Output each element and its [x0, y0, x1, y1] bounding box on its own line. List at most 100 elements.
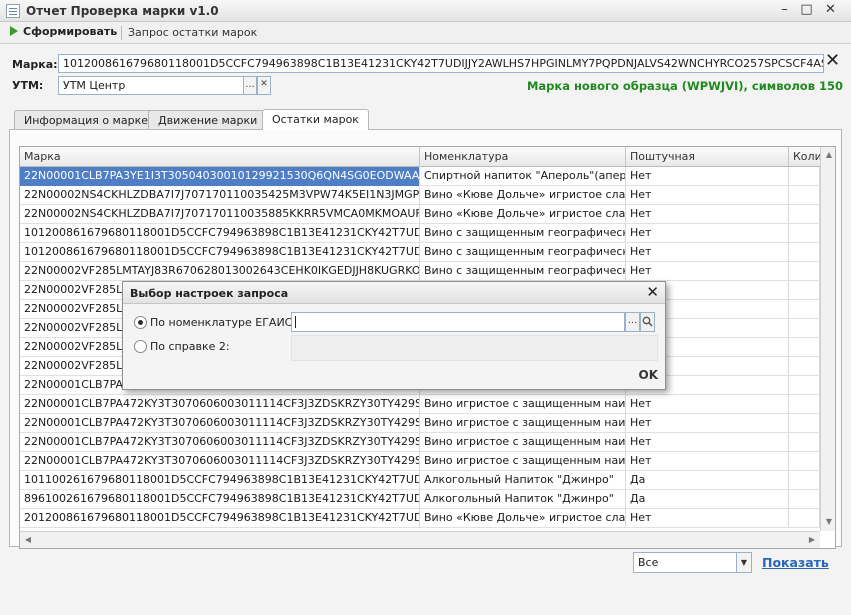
- table-row[interactable]: 22N00002NS4CKHLZDBA7I7J707170110035885KK…: [20, 205, 820, 224]
- cell-nomenclature[interactable]: Вино игристое с защищенным наим...: [420, 414, 626, 433]
- cell-piece[interactable]: Нет: [626, 205, 789, 224]
- cell-piece[interactable]: Нет: [626, 167, 789, 186]
- cell-quantity[interactable]: [789, 224, 820, 243]
- cell-nomenclature[interactable]: Алкогольный Напиток "Джинро": [420, 490, 626, 509]
- utm-select-button[interactable]: ...: [243, 76, 257, 95]
- cell-quantity[interactable]: [789, 186, 820, 205]
- cell-quantity[interactable]: [789, 357, 820, 376]
- cell-piece[interactable]: Нет: [626, 433, 789, 452]
- minimize-button[interactable]: –: [776, 2, 793, 19]
- cell-mark[interactable]: 22N00001CLB7PA3YE1I3T3050403001012992153…: [20, 167, 420, 186]
- table-row[interactable]: 22N00001CLB7PA472KY3T3070606003011114CF3…: [20, 395, 820, 414]
- utm-input[interactable]: УТМ Центр: [58, 76, 244, 95]
- cell-nomenclature[interactable]: Вино с защищенным географическ...: [420, 262, 626, 281]
- radio-by-egais-nomenclature[interactable]: [134, 316, 147, 329]
- cell-mark[interactable]: 22N00001CLB7PA472KY3T3070606003011114CF3…: [20, 452, 420, 471]
- cell-piece[interactable]: Нет: [626, 243, 789, 262]
- ok-button[interactable]: OK: [639, 368, 659, 382]
- cell-piece[interactable]: Нет: [626, 186, 789, 205]
- cell-nomenclature[interactable]: Вино «Кюве Дольче» игристое слад...: [420, 205, 626, 224]
- cell-piece[interactable]: Нет: [626, 224, 789, 243]
- table-row[interactable]: 101200861679680118001D5CCFC794963898C1B1…: [20, 243, 820, 262]
- column-header-mark[interactable]: Марка: [20, 147, 420, 167]
- table-row[interactable]: 22N00001CLB7PA472KY3T3070606003011114CF3…: [20, 414, 820, 433]
- tab-mark-movement[interactable]: Движение марки: [148, 110, 268, 129]
- cell-quantity[interactable]: [789, 167, 820, 186]
- tab-mark-info[interactable]: Информация о марке: [14, 110, 158, 129]
- table-row[interactable]: 896100261679680118001D5CCFC794963898C1B1…: [20, 490, 820, 509]
- cell-quantity[interactable]: [789, 433, 820, 452]
- cell-nomenclature[interactable]: Вино «Кюве Дольче» игристое слад...: [420, 186, 626, 205]
- cell-quantity[interactable]: [789, 281, 820, 300]
- cell-quantity[interactable]: [789, 490, 820, 509]
- filter-select[interactable]: Все ▼: [633, 552, 752, 573]
- cell-piece[interactable]: Да: [626, 490, 789, 509]
- search-icon[interactable]: [640, 312, 655, 332]
- scroll-thumb[interactable]: [823, 431, 835, 443]
- column-header-piece[interactable]: Поштучная: [626, 147, 789, 167]
- vertical-scrollbar[interactable]: ▲ ▼: [820, 147, 835, 531]
- table-row[interactable]: 22N00002NS4CKHLZDBA7I7J707170110035425M3…: [20, 186, 820, 205]
- close-window-button[interactable]: ✕: [822, 2, 839, 19]
- cell-piece[interactable]: Нет: [626, 452, 789, 471]
- cell-nomenclature[interactable]: Вино игристое с защищенным наим...: [420, 433, 626, 452]
- cell-piece[interactable]: Нет: [626, 262, 789, 281]
- radio-by-certificate-2[interactable]: [134, 340, 147, 353]
- scroll-down-icon[interactable]: ▼: [821, 514, 835, 530]
- cell-piece[interactable]: Нет: [626, 395, 789, 414]
- tab-mark-remains[interactable]: Остатки марок: [262, 109, 369, 130]
- cell-nomenclature[interactable]: Вино игристое с защищенным наим...: [420, 395, 626, 414]
- cell-nomenclature[interactable]: Вино «Кюве Дольче» игристое слад...: [420, 509, 626, 528]
- show-link[interactable]: Показать: [762, 555, 829, 570]
- cell-mark[interactable]: 201200861679680118001D5CCFC794963898C1B1…: [20, 509, 420, 528]
- cell-nomenclature[interactable]: Вино игристое с защищенным наим...: [420, 452, 626, 471]
- cell-mark[interactable]: 22N00002NS4CKHLZDBA7I7J707170110035425M3…: [20, 186, 420, 205]
- cell-mark[interactable]: 22N00001CLB7PA472KY3T3070606003011114CF3…: [20, 395, 420, 414]
- cell-piece[interactable]: Нет: [626, 414, 789, 433]
- clear-mark-icon[interactable]: ✕: [825, 50, 840, 71]
- cell-nomenclature[interactable]: Вино с защищенным географическ...: [420, 243, 626, 262]
- table-row[interactable]: 101100261679680118001D5CCFC794963898C1B1…: [20, 471, 820, 490]
- cell-quantity[interactable]: [789, 262, 820, 281]
- cell-quantity[interactable]: [789, 414, 820, 433]
- egais-select-button[interactable]: ...: [625, 312, 640, 332]
- cell-quantity[interactable]: [789, 205, 820, 224]
- horizontal-scrollbar[interactable]: ◀ ▶: [20, 531, 820, 548]
- utm-clear-button[interactable]: ✕: [257, 76, 271, 95]
- cell-quantity[interactable]: [789, 338, 820, 357]
- chevron-down-icon[interactable]: ▼: [736, 553, 751, 572]
- column-header-quantity[interactable]: Коли: [789, 147, 820, 167]
- egais-nomenclature-input[interactable]: [291, 312, 625, 332]
- cell-mark[interactable]: 101200861679680118001D5CCFC794963898C1B1…: [20, 224, 420, 243]
- cell-quantity[interactable]: [789, 319, 820, 338]
- table-row[interactable]: 101200861679680118001D5CCFC794963898C1B1…: [20, 224, 820, 243]
- cell-quantity[interactable]: [789, 395, 820, 414]
- cell-mark[interactable]: 101100261679680118001D5CCFC794963898C1B1…: [20, 471, 420, 490]
- run-report-button[interactable]: Сформировать: [10, 25, 117, 38]
- cell-mark[interactable]: 101200861679680118001D5CCFC794963898C1B1…: [20, 243, 420, 262]
- maximize-button[interactable]: □: [798, 2, 815, 19]
- cell-quantity[interactable]: [789, 300, 820, 319]
- mark-input[interactable]: 101200861679680118001D5CCFC794963898C1B1…: [58, 54, 824, 73]
- table-row[interactable]: 201200861679680118001D5CCFC794963898C1B1…: [20, 509, 820, 528]
- table-row[interactable]: 22N00001CLB7PA472KY3T3070606003011114CF3…: [20, 433, 820, 452]
- cell-quantity[interactable]: [789, 243, 820, 262]
- cell-mark[interactable]: 22N00002NS4CKHLZDBA7I7J707170110035885KK…: [20, 205, 420, 224]
- cell-quantity[interactable]: [789, 471, 820, 490]
- cell-nomenclature[interactable]: Спиртной напиток "Апероль"(аперит...: [420, 167, 626, 186]
- cell-nomenclature[interactable]: Алкогольный Напиток "Джинро": [420, 471, 626, 490]
- cell-quantity[interactable]: [789, 452, 820, 471]
- cell-mark[interactable]: 22N00002VF285LMTAYJ83R670628013002643CEH…: [20, 262, 420, 281]
- table-row[interactable]: 22N00001CLB7PA472KY3T3070606003011114CF3…: [20, 452, 820, 471]
- cell-quantity[interactable]: [789, 509, 820, 528]
- cell-piece[interactable]: Да: [626, 471, 789, 490]
- cell-mark[interactable]: 22N00001CLB7PA472KY3T3070606003011114CF3…: [20, 414, 420, 433]
- cell-nomenclature[interactable]: Вино с защищенным географическ...: [420, 224, 626, 243]
- cell-quantity[interactable]: [789, 376, 820, 395]
- table-row[interactable]: 22N00002VF285LMTAYJ83R670628013002643CEH…: [20, 262, 820, 281]
- query-remains-button[interactable]: Запрос остатки марок: [128, 26, 257, 39]
- scroll-right-icon[interactable]: ▶: [804, 532, 820, 548]
- cell-piece[interactable]: Нет: [626, 509, 789, 528]
- scroll-left-icon[interactable]: ◀: [20, 532, 36, 548]
- column-header-nomenclature[interactable]: Номенклатура: [420, 147, 626, 167]
